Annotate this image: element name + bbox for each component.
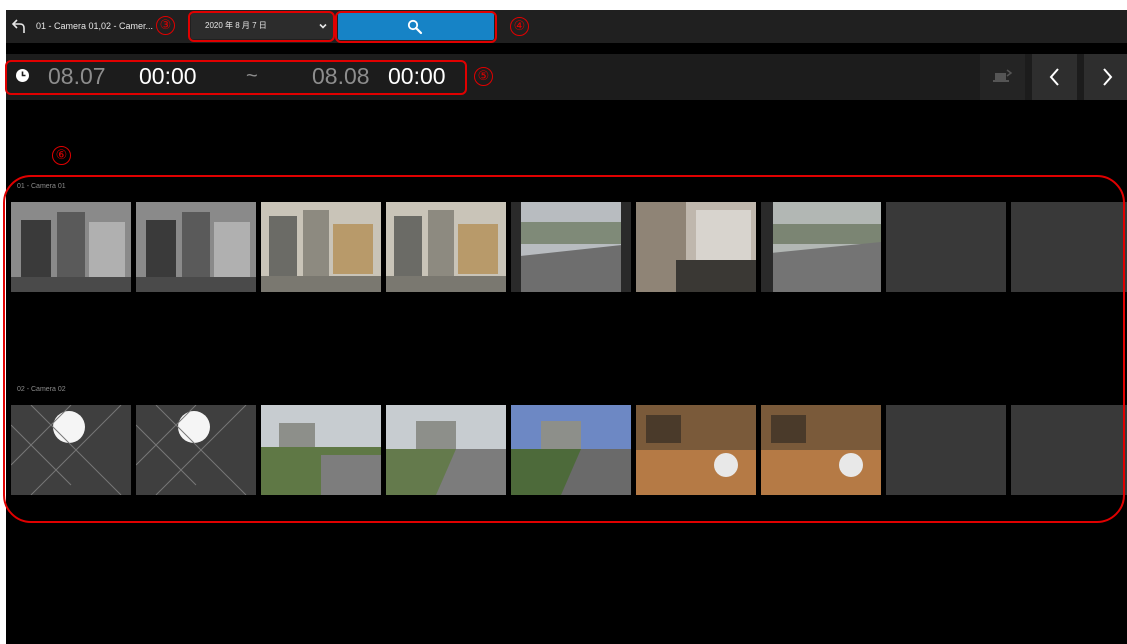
previous-page-button[interactable] <box>1032 54 1077 100</box>
camera-selector[interactable]: 01 - Camera 01,02 - Camer... <box>36 10 153 43</box>
annotation-box-search <box>335 11 497 43</box>
export-button[interactable] <box>980 54 1025 100</box>
annotation-number: ⑤ <box>474 67 493 86</box>
back-button[interactable] <box>8 14 32 38</box>
annotation-box-time-range <box>5 60 467 95</box>
annotation-number: ④ <box>510 17 529 36</box>
chevron-right-icon <box>1103 68 1113 86</box>
chevron-left-icon <box>1049 68 1059 86</box>
annotation-number: ⑥ <box>52 146 71 165</box>
export-icon <box>993 69 1013 82</box>
next-page-button[interactable] <box>1084 54 1127 100</box>
undo-arrow-icon <box>11 19 25 33</box>
annotation-box-thumbnails <box>3 175 1125 523</box>
annotation-box-date <box>188 11 335 42</box>
annotation-number: ③ <box>156 16 175 35</box>
